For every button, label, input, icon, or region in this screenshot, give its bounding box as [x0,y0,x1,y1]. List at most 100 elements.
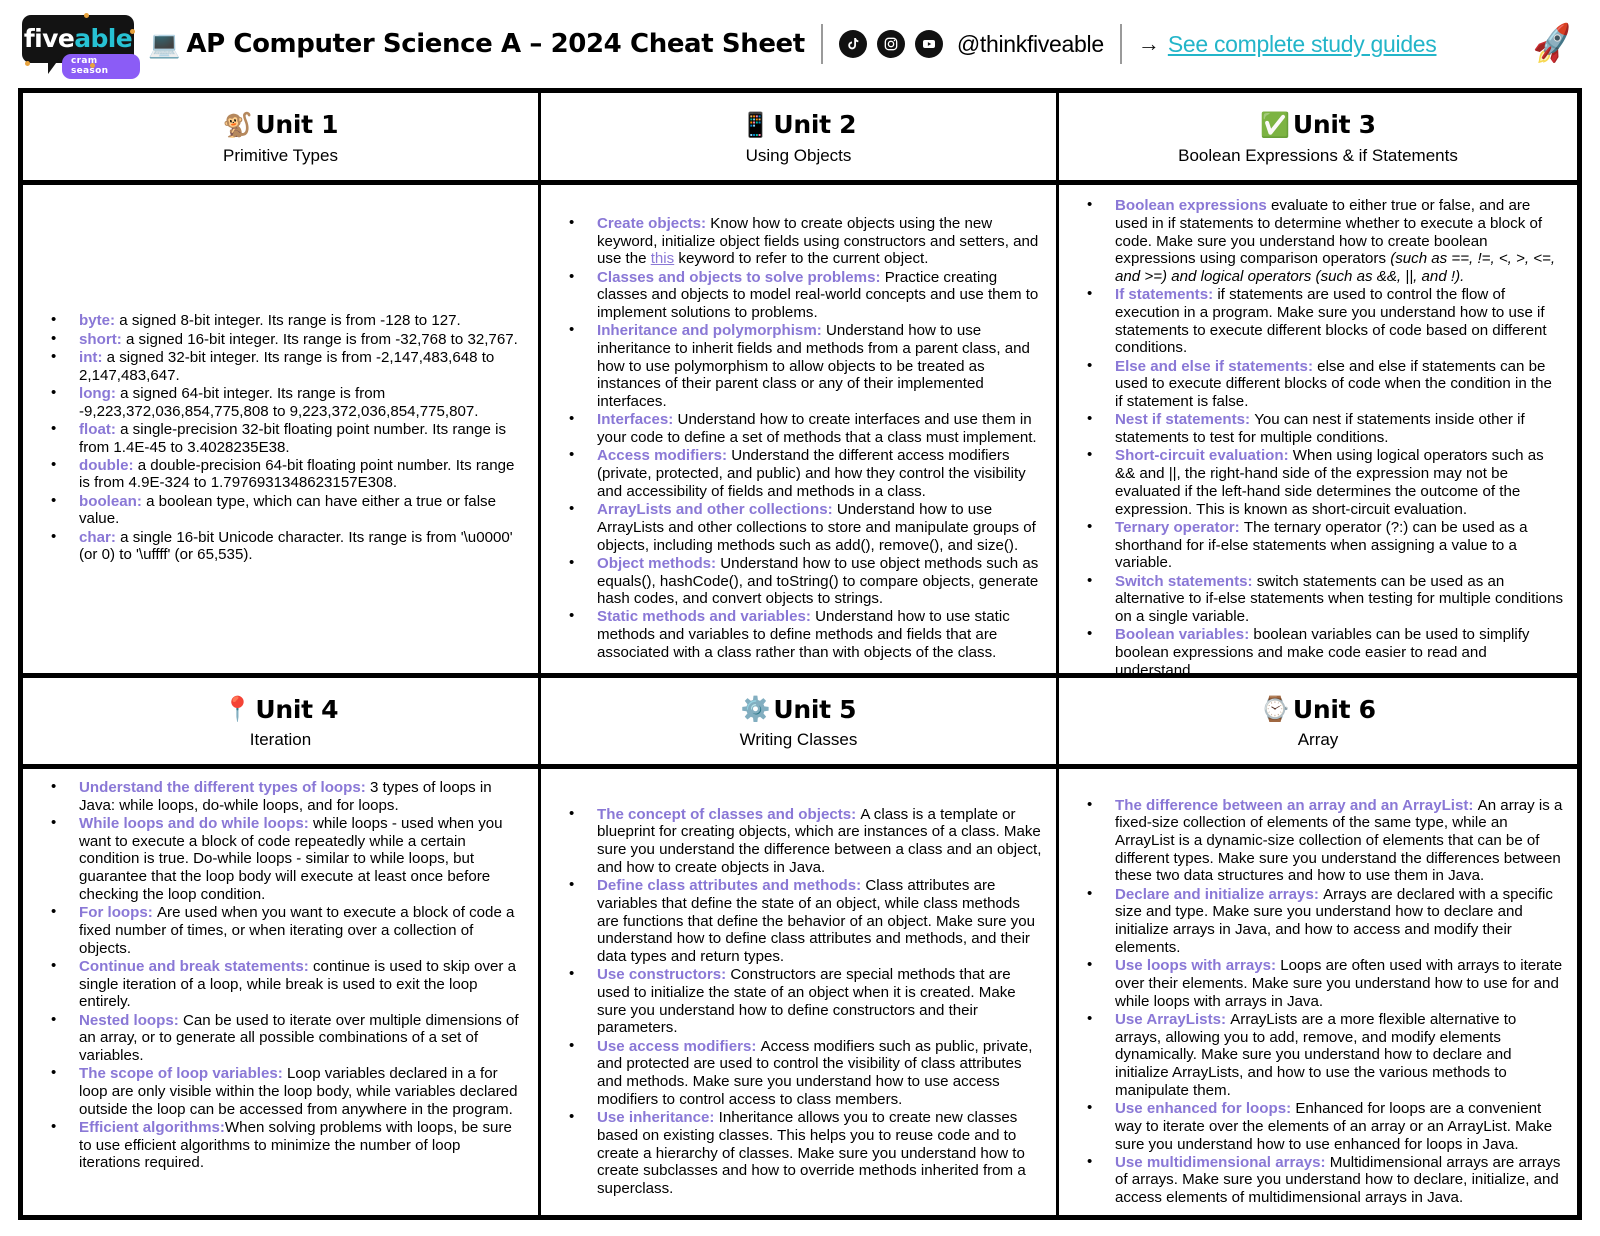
unit-point-term: Else and else if statements: [1115,357,1318,375]
unit-4-title: 📍 Unit 4 [33,694,528,724]
unit-point: For loops: Are used when you want to exe… [51,903,524,957]
unit-point: Classes and objects to solve problems: P… [569,268,1042,322]
unit-point: byte: a signed 8-bit integer. Its range … [51,311,524,330]
unit-point-term: Use access modifiers: [597,1037,761,1055]
logo-dot-icon [84,13,89,18]
fiveable-logo[interactable]: fiveable cram season [22,13,140,79]
unit-point: boolean: a boolean type, which can have … [51,492,524,528]
unit-point: Else and else if statements: else and el… [1087,357,1563,411]
gear-icon: ⚙️ [740,695,771,724]
unit-point: Switch statements: switch statements can… [1087,571,1563,626]
unit-point-text: a signed 64-bit integer. Its range is fr… [79,384,479,420]
unit-5-subtitle: Writing Classes [739,730,858,749]
unit-point-term: Access modifiers: [597,447,732,465]
unit-5-title-text: Unit 5 [773,694,857,724]
unit-point-term: Use enhanced for loops: [1115,1100,1296,1118]
unit-point-term: Interfaces: [597,411,678,429]
study-guides-cta[interactable]: → See complete study guides [1138,31,1437,58]
unit-5-title: ⚙️ Unit 5 [551,694,1046,724]
youtube-icon[interactable] [914,30,943,58]
unit-point-term: Use inheritance: [597,1109,719,1127]
unit-point-term: Ternary operator: [1115,518,1244,536]
unit-point: Boolean expressions evaluate to either t… [1087,196,1563,286]
unit-point-term: Object methods: [597,554,721,572]
study-guides-link[interactable]: See complete study guides [1168,31,1437,58]
unit-2-subtitle: Using Objects [745,145,852,165]
unit-point: Short-circuit evaluation: When using log… [1087,446,1563,518]
unit-point: Use enhanced for loops: Enhanced for loo… [1087,1099,1563,1153]
unit-point: long: a signed 64-bit integer. Its range… [51,384,524,420]
unit-point-text: a signed 32-bit integer. Its range is fr… [79,348,495,384]
unit-4-subtitle: Iteration [249,730,312,749]
unit-point: Inheritance and polymorphism: Understand… [569,321,1042,411]
logo-word-able: able [74,23,133,53]
unit-point-term: Define class attributes and methods: [597,877,866,895]
unit-point-term: long: [79,384,121,402]
unit-point: Static methods and variables: Understand… [569,607,1042,661]
unit-header-cell-2: 📱 Unit 2 Using Objects [541,93,1059,180]
unit-point-term: Create objects: [597,214,711,232]
unit-header-cell-6: ⌚ Unit 6 Array [1059,678,1577,765]
page-title: AP Computer Science A – 2024 Cheat Sheet [186,29,805,59]
unit-point: Use access modifiers: Access modifiers s… [569,1037,1042,1109]
unit-6-title: ⌚ Unit 6 [1069,694,1567,724]
unit-2-points: Create objects: Know how to create objec… [541,214,1056,662]
unit-6-title-text: Unit 6 [1292,694,1376,724]
logo-dot-icon [130,29,135,34]
unit-point: Use constructors: Constructors are speci… [569,965,1042,1037]
unit-point: double: a double-precision 64-bit floati… [51,456,524,492]
header-divider [820,24,823,64]
unit-point-term: Static methods and variables: [597,608,816,626]
unit-point-term: boolean: [79,492,147,510]
unit-point-term: Use constructors: [597,966,731,984]
unit-point: Nest if statements: You can nest if stat… [1087,410,1563,446]
unit-point: Understand the different types of loops:… [51,778,524,814]
unit-point-text: a single 16-bit Unicode character. Its r… [79,528,513,564]
unit-point: float: a single-precision 32-bit floatin… [51,420,524,456]
unit-point-term: Use loops with arrays: [1115,957,1281,975]
unit-1-points: byte: a signed 8-bit integer. Its range … [23,311,538,564]
unit-point: While loops and do while loops: while lo… [51,814,524,904]
unit-point-term: Understand the different types of loops: [79,779,370,796]
unit-1-title-text: Unit 1 [255,110,339,139]
unit-point: Interfaces: Understand how to create int… [569,410,1042,446]
unit-body-cell-4: Understand the different types of loops:… [23,769,541,1215]
unit-point: Boolean variables: boolean variables can… [1087,625,1563,679]
unit-point-term: The scope of loop variables: [79,1065,288,1083]
unit-body-cell-5: The concept of classes and objects: A cl… [541,769,1059,1215]
unit-1-title: 🐒 Unit 1 [33,111,528,139]
unit-point-term: Efficient algorithms: [79,1118,225,1136]
unit-point-term: Switch statements: [1115,572,1257,590]
unit-point: Ternary operator: The ternary operator (… [1087,518,1563,572]
header-divider [1119,24,1122,64]
unit-point-term: Boolean expressions [1115,197,1272,215]
unit-point-term: byte: [79,312,120,330]
unit-2-title-text: Unit 2 [773,110,857,139]
logo-cram-badge: cram season [62,54,140,79]
unit-point: int: a signed 32-bit integer. Its range … [51,348,524,384]
unit-point: Declare and initialize arrays: Arrays ar… [1087,885,1563,957]
unit-point-term: Short-circuit evaluation: [1115,447,1293,465]
unit-point-term: Boolean variables: [1115,626,1254,644]
cheat-sheet-grid: 🐒 Unit 1 Primitive Types 📱 Unit 2 Using … [18,88,1582,1220]
instagram-icon[interactable] [876,30,905,58]
unit-point-term: Inheritance and polymorphism: [597,322,826,340]
unit-point: Create objects: Know how to create objec… [569,214,1042,268]
unit-point-term: Declare and initialize arrays: [1115,885,1324,903]
unit-point-term: Use multidimensional arrays: [1115,1153,1330,1171]
unit-point: Use ArrayLists: ArrayLists are a more fl… [1087,1010,1563,1100]
unit-header-cell-5: ⚙️ Unit 5 Writing Classes [541,677,1059,764]
unit-point-term: int: [79,348,107,366]
tiktok-icon[interactable] [838,30,867,58]
unit-point: Efficient algorithms:When solving proble… [51,1118,524,1172]
mobile-phone-icon: 📱 [740,110,771,139]
page-header: fiveable cram season 💻 AP Computer Scien… [0,0,1600,88]
unit-6-points: The difference between an array and an A… [1059,796,1577,1208]
unit-point: The scope of loop variables: Loop variab… [51,1064,524,1118]
unit-1-subtitle: Primitive Types [223,145,338,165]
unit-4-title-text: Unit 4 [255,694,339,724]
logo-dot-icon [90,63,95,68]
unit-point-term: While loops and do while loops: [79,814,313,832]
unit-point-term: double: [79,456,138,474]
unit-point-term: Nest if statements: [1115,411,1255,429]
